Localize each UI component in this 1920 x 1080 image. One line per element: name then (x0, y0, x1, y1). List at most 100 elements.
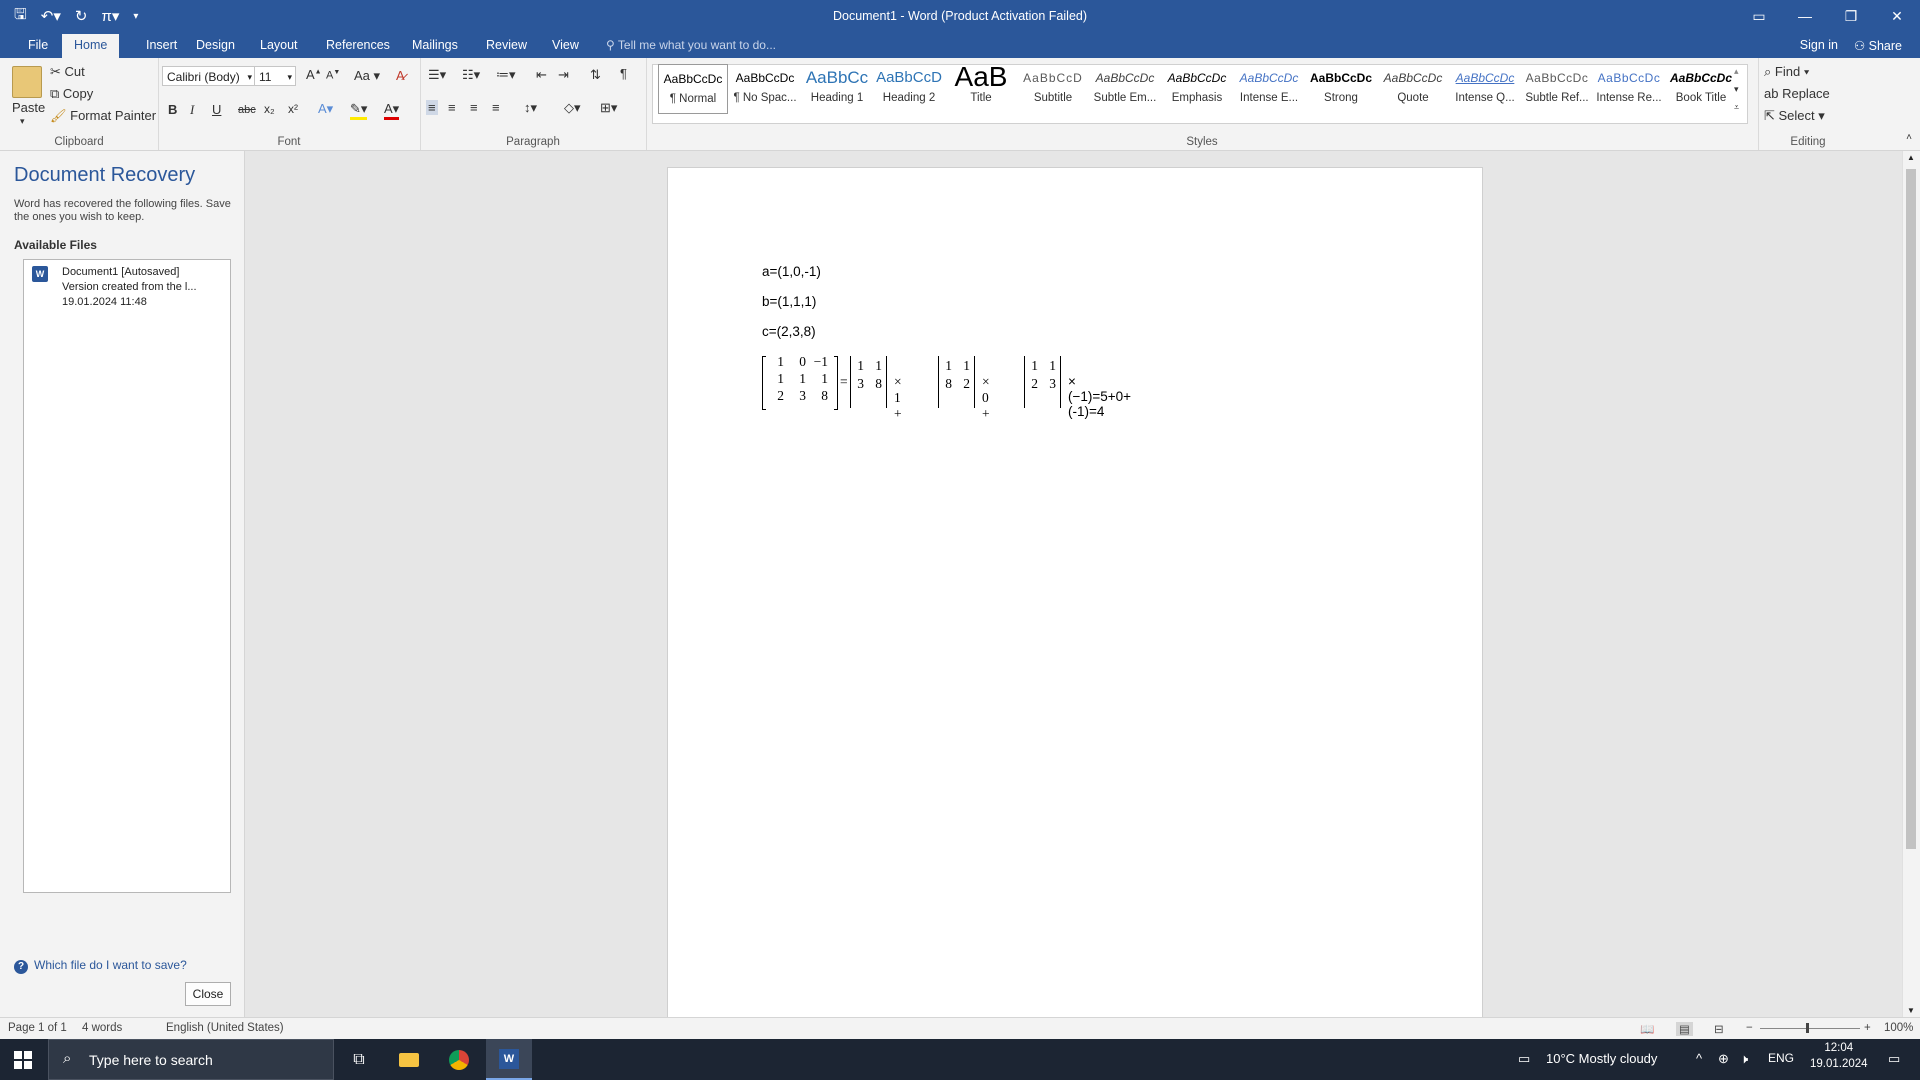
sort-icon[interactable]: ⇅ (590, 67, 601, 83)
font-name-combo[interactable]: Calibri (Body) ▾ (162, 66, 256, 86)
volume-muted-icon[interactable]: 🕨 (1740, 1051, 1748, 1067)
line-spacing-icon[interactable]: ↕▾ (524, 100, 537, 116)
copy-button[interactable]: ⧉ Copy (50, 86, 93, 102)
task-view-icon[interactable]: ⧉ (336, 1039, 382, 1080)
subscript-button[interactable]: x₂ (264, 102, 275, 116)
weather-text[interactable]: 10°C Mostly cloudy (1546, 1051, 1657, 1066)
word-taskbar-icon[interactable]: W (486, 1039, 532, 1080)
increase-indent-icon[interactable]: ⇥ (558, 67, 569, 83)
tab-file[interactable]: File (20, 36, 56, 56)
gallery-more-icon[interactable]: ⩡ (1734, 102, 1739, 113)
font-size-combo[interactable]: 11 ▾ (254, 66, 296, 86)
cut-button[interactable]: ✂ Cut (50, 64, 85, 80)
style-1[interactable]: AaBbCcDc ¶ Normal (658, 64, 728, 114)
clock[interactable]: 12:04 19.01.2024 (1810, 1042, 1868, 1070)
web-layout-icon[interactable]: ⊟ (1714, 1022, 1724, 1036)
font-color-icon[interactable]: A▾ (384, 101, 400, 120)
highlight-icon[interactable]: ✎▾ (350, 101, 368, 120)
align-left-icon[interactable]: ≡ (426, 100, 438, 115)
tab-home[interactable]: Home (62, 34, 120, 58)
restore-button[interactable]: ❐ (1828, 0, 1874, 32)
underline-button[interactable]: U (212, 102, 221, 117)
print-layout-icon[interactable]: ▤ (1676, 1022, 1693, 1036)
start-button[interactable] (0, 1039, 46, 1080)
change-case-button[interactable]: Aa ▾ (354, 68, 380, 84)
zoom-slider-thumb[interactable] (1806, 1023, 1809, 1033)
close-window-button[interactable]: ✕ (1874, 0, 1920, 32)
justify-icon[interactable]: ≡ (492, 100, 500, 115)
tray-chevron-icon[interactable]: ^ (1696, 1051, 1702, 1066)
tab-mailings[interactable]: Mailings (404, 36, 466, 56)
document-page[interactable]: a=(1,0,-1) b=(1,1,1) c=(2,3,8) 1 0 −1 1 1 1 2 3… (667, 167, 1483, 1017)
shading-icon[interactable]: ◇▾ (564, 100, 581, 116)
scroll-up-icon[interactable]: ▲ (1907, 153, 1915, 162)
sign-in-link[interactable]: Sign in (1800, 38, 1838, 52)
italic-button[interactable]: I (190, 102, 194, 118)
read-mode-icon[interactable]: 📖 (1640, 1022, 1654, 1036)
tab-review[interactable]: Review (478, 36, 535, 56)
tab-references[interactable]: References (318, 36, 398, 56)
tab-insert[interactable]: Insert (138, 36, 185, 56)
taskbar-search[interactable]: ⌕ Type here to search (48, 1039, 334, 1080)
scroll-down-icon[interactable]: ▼ (1907, 1006, 1915, 1015)
chrome-icon[interactable] (436, 1039, 482, 1080)
collapse-ribbon-icon[interactable]: ˄ (1906, 132, 1912, 143)
paste-dropdown-icon[interactable]: ▾ (20, 116, 25, 127)
style-12[interactable]: AaBbCcDc Intense Q... (1450, 64, 1520, 114)
gallery-up-icon[interactable]: ▴ (1734, 66, 1739, 77)
numbering-icon[interactable]: ☷▾ (462, 67, 480, 83)
tab-layout[interactable]: Layout (252, 36, 306, 56)
notifications-icon[interactable]: ▭ (1888, 1051, 1900, 1067)
tell-me-search[interactable]: ⚲ Tell me what you want to do... (606, 38, 776, 52)
style-10[interactable]: AaBbCcDc Strong (1306, 64, 1376, 114)
page-count[interactable]: Page 1 of 1 (8, 1022, 67, 1034)
close-recovery-button[interactable]: Close (185, 982, 231, 1006)
style-4[interactable]: AaBbCcD Heading 2 (874, 64, 944, 114)
zoom-level[interactable]: 100% (1884, 1022, 1913, 1034)
style-5[interactable]: AaB Title (946, 64, 1016, 114)
style-15[interactable]: AaBbCcDc Book Title (1666, 64, 1736, 114)
zoom-out-icon[interactable]: − (1746, 1022, 1753, 1034)
clear-formatting-icon[interactable]: A̷ (396, 68, 405, 83)
which-file-help-link[interactable]: ? Which file do I want to save? (14, 958, 187, 974)
zoom-in-icon[interactable]: + (1864, 1022, 1871, 1034)
find-button[interactable]: ⌕ Find ▾ (1764, 64, 1809, 80)
shrink-font-icon[interactable]: A▼ (326, 69, 340, 82)
style-2[interactable]: AaBbCcDc ¶ No Spac... (730, 64, 800, 114)
format-painter-button[interactable]: 🖌 Format Painter (50, 108, 156, 124)
style-11[interactable]: AaBbCcDc Quote (1378, 64, 1448, 114)
text-effects-icon[interactable]: A▾ (318, 101, 333, 117)
language-indicator[interactable]: English (United States) (166, 1022, 284, 1034)
minimize-button[interactable]: — (1782, 0, 1828, 32)
replace-button[interactable]: ab Replace (1764, 86, 1830, 101)
ribbon-display-options-icon[interactable]: ▭ (1736, 0, 1782, 32)
bold-button[interactable]: B (168, 102, 177, 117)
paste-button[interactable]: Paste (12, 100, 45, 115)
tab-design[interactable]: Design (188, 36, 243, 56)
borders-icon[interactable]: ⊞▾ (600, 100, 617, 116)
zoom-slider-track[interactable] (1760, 1028, 1860, 1029)
gallery-down-icon[interactable]: ▾ (1734, 84, 1739, 95)
word-count[interactable]: 4 words (82, 1022, 122, 1034)
file-explorer-icon[interactable] (386, 1039, 432, 1080)
superscript-button[interactable]: x² (288, 102, 298, 116)
tab-view[interactable]: View (544, 36, 587, 56)
decrease-indent-icon[interactable]: ⇤ (536, 67, 547, 83)
vertical-scrollbar[interactable]: ▲ ▼ (1902, 151, 1920, 1017)
style-7[interactable]: AaBbCcDc Subtle Em... (1090, 64, 1160, 114)
bullets-icon[interactable]: ☰▾ (428, 67, 446, 83)
select-button[interactable]: ⇱ Select ▾ (1764, 108, 1825, 124)
strikethrough-button[interactable]: abc (238, 104, 256, 116)
grow-font-icon[interactable]: A▲ (306, 67, 322, 82)
align-center-icon[interactable]: ≡ (448, 100, 456, 115)
style-3[interactable]: AaBbCc Heading 1 (802, 64, 872, 114)
style-9[interactable]: AaBbCcDc Intense E... (1234, 64, 1304, 114)
style-6[interactable]: AaBbCcD Subtitle (1018, 64, 1088, 114)
show-formatting-icon[interactable]: ¶ (620, 66, 627, 81)
style-13[interactable]: AaBbCcDc Subtle Ref... (1522, 64, 1592, 114)
weather-icon[interactable]: ▭ (1518, 1051, 1530, 1067)
align-right-icon[interactable]: ≡ (470, 100, 478, 115)
share-button[interactable]: ⚇ Share (1854, 38, 1902, 53)
style-14[interactable]: AaBbCcDc Intense Re... (1594, 64, 1664, 114)
style-8[interactable]: AaBbCcDc Emphasis (1162, 64, 1232, 114)
